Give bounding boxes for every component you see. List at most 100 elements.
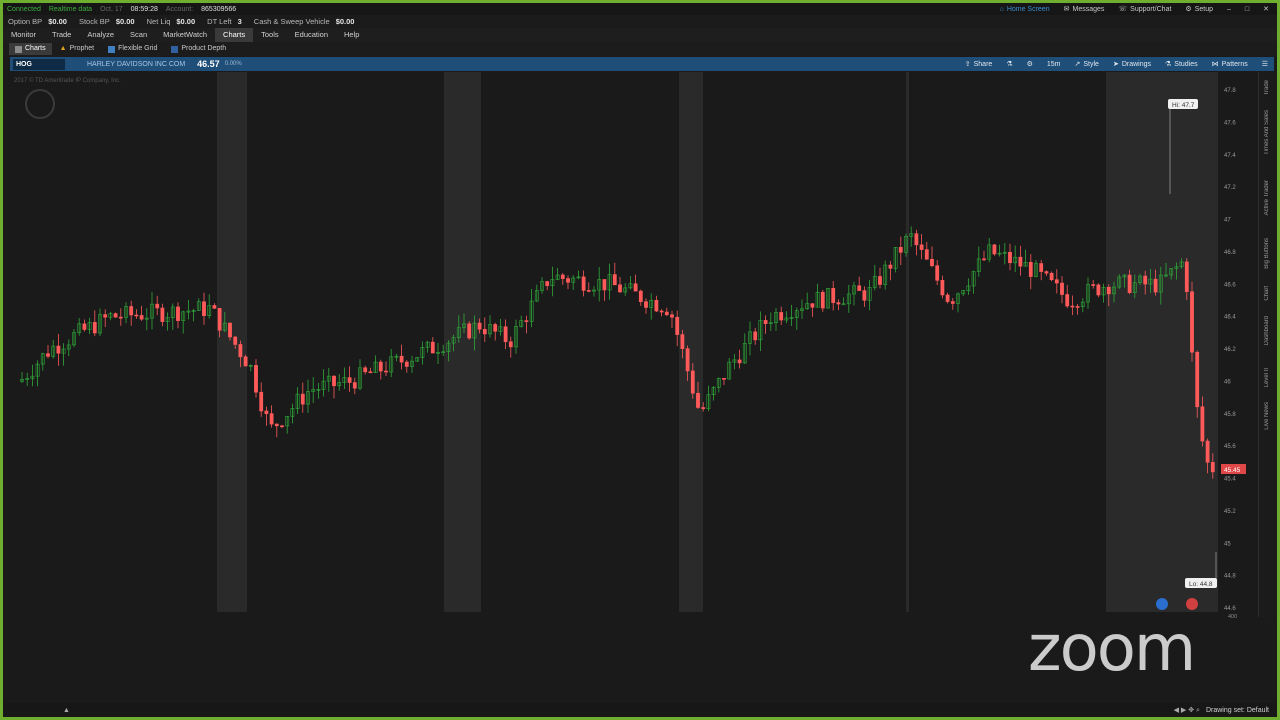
candle-body	[878, 276, 882, 285]
y-tick-label: 45.2	[1224, 509, 1236, 515]
support-chat-button[interactable]: ☏ Support/Chat	[1118, 5, 1172, 14]
flask-icon: ⚗	[1006, 61, 1013, 68]
tab-product-depth[interactable]: Product Depth	[165, 43, 232, 55]
menu-analyze[interactable]: Analyze	[79, 28, 122, 42]
studies-button[interactable]: ⚗ Studies	[1165, 60, 1198, 69]
depth-icon	[171, 45, 179, 53]
balances-bar: Option BP $0.00 Stock BP $0.00 Net Liq $0.0…	[3, 15, 1277, 28]
candle-body	[378, 361, 383, 372]
minimize-button[interactable]: –	[1227, 5, 1231, 13]
y-tick-label: 45.8	[1224, 412, 1236, 418]
candle-body	[1091, 284, 1096, 286]
menu-tools[interactable]: Tools	[253, 28, 287, 42]
play-icon[interactable]	[1156, 598, 1168, 610]
candle-body	[675, 316, 680, 335]
menu-button[interactable]: ☰	[1262, 60, 1268, 68]
collapse-arrow-icon[interactable]: ▲	[63, 707, 70, 714]
candle-body	[274, 423, 279, 427]
rail-active-trader[interactable]: Active Trader	[1264, 180, 1270, 215]
candle-body	[56, 345, 61, 354]
support-label: Support/Chat	[1130, 5, 1172, 13]
restore-button[interactable]: □	[1245, 5, 1249, 13]
candle-body	[46, 353, 50, 357]
candle-body	[233, 336, 238, 345]
patterns-button[interactable]: ⋈ Patterns	[1212, 60, 1248, 69]
menu-charts[interactable]: Charts	[215, 28, 254, 42]
dt-left-label: DT Left	[207, 17, 232, 26]
candle-body	[696, 392, 700, 408]
rail-live-news[interactable]: Live News	[1264, 402, 1270, 430]
tab-prophet[interactable]: ▲ Prophet	[54, 43, 100, 55]
candle-body	[524, 320, 529, 322]
candle-body	[659, 310, 664, 313]
candle-body	[930, 258, 934, 267]
candle-body	[633, 283, 638, 292]
candle-body	[404, 361, 409, 367]
setup-button[interactable]: ⚙ Setup	[1185, 5, 1213, 14]
candle-body	[254, 365, 258, 393]
candle-body	[1210, 462, 1215, 473]
charts-subtabs: Charts ▲ Prophet Flexible Grid Product De…	[3, 42, 1277, 56]
candle-body	[722, 378, 726, 380]
menu-scan[interactable]: Scan	[122, 28, 155, 42]
share-button[interactable]: ⇪ Share	[965, 60, 993, 69]
menu-marketwatch[interactable]: MarketWatch	[155, 28, 215, 42]
rail-times-and-sales[interactable]: Times And Sales	[1264, 110, 1270, 155]
menu-trade[interactable]: Trade	[44, 28, 79, 42]
candle-body	[820, 291, 825, 309]
candle-body	[269, 413, 274, 425]
clock: 08:59:28	[130, 5, 158, 13]
candle-body	[1143, 275, 1148, 285]
option-bp-label: Option BP	[8, 17, 43, 26]
y-tick-label: 45.6	[1224, 444, 1236, 450]
extended-hours-band	[217, 72, 247, 612]
stop-icon[interactable]	[1186, 598, 1198, 610]
symbol-input[interactable]: HOG	[13, 58, 65, 70]
candle-body	[352, 382, 357, 389]
rail-dashboard[interactable]: Dashboard	[1264, 316, 1270, 345]
candle-body	[1184, 261, 1189, 293]
style-button[interactable]: ↗ Style	[1074, 60, 1099, 69]
menu-help[interactable]: Help	[336, 28, 367, 42]
rail-big-buttons[interactable]: Big Buttons	[1264, 238, 1270, 269]
candle-body	[1049, 272, 1054, 281]
candle-body	[1018, 256, 1023, 267]
home-screen-button[interactable]: ⌂ Home Screen	[1000, 5, 1050, 13]
candle-body	[763, 320, 768, 324]
cash-sweep-label: Cash & Sweep Vehicle	[253, 17, 330, 26]
candle-body	[945, 294, 950, 302]
style-icon: ↗	[1074, 61, 1081, 68]
company-name: HARLEY DAVIDSON INC COM	[87, 60, 186, 68]
rail-chart[interactable]: Chart	[1264, 286, 1270, 301]
menu-monitor[interactable]: Monitor	[3, 28, 44, 42]
messages-button[interactable]: ✉ Messages	[1064, 5, 1105, 14]
candle-body	[155, 303, 160, 309]
chart-settings-button[interactable]: ⚙	[1027, 60, 1033, 68]
candle-body	[1127, 274, 1132, 293]
candle-body	[545, 281, 550, 286]
extended-hours-band	[906, 72, 909, 612]
tab-charts[interactable]: Charts	[9, 43, 52, 55]
account-number[interactable]: 865309566	[201, 6, 236, 13]
candle-body	[129, 306, 134, 316]
rail-level-ii[interactable]: Level II	[1264, 368, 1270, 387]
menu-education[interactable]: Education	[287, 28, 336, 42]
drawing-set[interactable]: Drawing set: Default	[1206, 707, 1277, 714]
messages-label: Messages	[1072, 5, 1105, 13]
drawings-button[interactable]: ➤ Drawings	[1113, 60, 1151, 69]
timeframe-button[interactable]: 15m	[1047, 60, 1061, 68]
close-button[interactable]: ✕	[1263, 5, 1269, 13]
y-tick-label: 46.2	[1224, 347, 1236, 353]
y-tick-label: 47.8	[1224, 88, 1236, 94]
flask-button[interactable]: ⚗	[1006, 60, 1012, 68]
price-chart[interactable]: 400200 47.847.647.447.24746.846.646.446.…	[10, 72, 1246, 618]
chart-svg[interactable]: 400200 47.847.647.447.24746.846.646.446.…	[10, 72, 1246, 618]
tab-flexible-grid[interactable]: Flexible Grid	[102, 43, 163, 55]
candle-body	[919, 244, 924, 250]
y-tick-label: 45.4	[1224, 477, 1236, 483]
candle-body	[118, 316, 123, 319]
candle-body	[836, 302, 841, 305]
candle-body	[477, 322, 482, 330]
rail-trade[interactable]: Trade	[1264, 80, 1270, 95]
chart-controls[interactable]: ◀ ▶ ✥ ⌕	[1174, 706, 1206, 715]
